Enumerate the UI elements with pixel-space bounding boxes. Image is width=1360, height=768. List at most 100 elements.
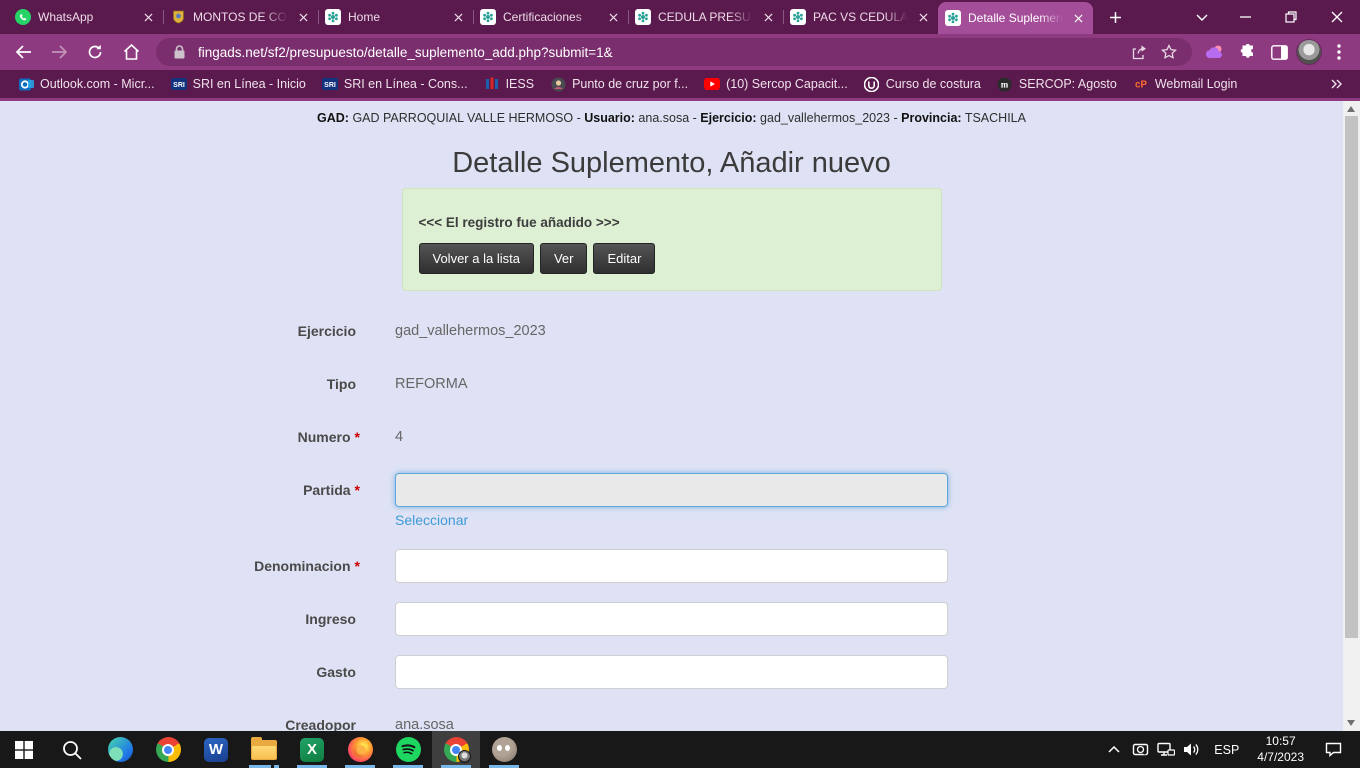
bookmark-curso-costura[interactable]: Curso de costura [856,73,989,95]
ver-button[interactable]: Ver [540,243,588,274]
field-value: 4 [395,429,948,445]
form-row-ejercicio: Ejercicio gad_vallehermos_2023 [0,314,1343,348]
partida-input[interactable] [395,473,948,507]
page-title: Detalle Suplemento, Añadir nuevo [0,147,1343,180]
address-bar[interactable]: fingads.net/sf2/presupuesto/detalle_supl… [156,38,1192,66]
date: 4/7/2023 [1257,750,1304,766]
tab-whatsapp[interactable]: WhatsApp [8,0,163,34]
bookmark-iess[interactable]: IESS [476,73,543,95]
tray-cast-icon[interactable] [1127,731,1153,768]
windows-taskbar: W X ESP 10:57 4/7/2023 [0,731,1360,768]
tray-volume-icon[interactable] [1179,731,1205,768]
m-circle-icon: m [997,76,1013,92]
tab-close-icon[interactable] [295,9,311,25]
taskbar-spotify-icon[interactable] [384,731,432,768]
taskbar-file-explorer-icon[interactable] [240,731,288,768]
tray-chevron-up-icon[interactable] [1101,731,1127,768]
field-label: Creadopor [285,717,356,731]
reload-button[interactable] [78,36,112,68]
field-label: Ejercicio [298,323,356,339]
browser-toolbar: fingads.net/sf2/presupuesto/detalle_supl… [0,34,1360,70]
scrollbar-thumb[interactable] [1345,116,1358,638]
bookmark-outlook[interactable]: Outlook.com - Micr... [10,73,163,95]
bookmark-sercop-youtube[interactable]: (10) Sercop Capacit... [696,73,856,95]
ejercicio-value: gad_vallehermos_2023 [760,111,890,125]
page-scrollbar[interactable] [1343,101,1360,731]
bookmarks-overflow-chevron-icon[interactable] [1331,79,1350,89]
close-window-button[interactable] [1314,0,1360,34]
taskbar-chrome-profile-active-icon[interactable] [432,731,480,768]
fingads-favicon-icon [325,9,341,25]
tab-strip: WhatsApp MONTOS DE CON Home [0,0,1093,34]
volver-a-la-lista-button[interactable]: Volver a la lista [419,243,534,274]
side-panel-icon[interactable] [1264,37,1294,67]
lock-icon[interactable] [168,41,190,63]
url-text[interactable]: fingads.net/sf2/presupuesto/detalle_supl… [198,45,1120,60]
tab-search-chevron-icon[interactable] [1182,0,1222,34]
bookmark-sri-consultas[interactable]: SRI SRI en Línea - Cons... [314,73,476,95]
extensions-puzzle-icon[interactable] [1232,37,1262,67]
bookmark-label: IESS [506,77,535,91]
ingreso-input[interactable] [395,602,948,636]
taskbar-word-icon[interactable]: W [192,731,240,768]
field-label: Ingreso [305,611,356,627]
tab-montos[interactable]: MONTOS DE CON [163,0,318,34]
denominacion-input[interactable] [395,549,948,583]
bookmark-sri-inicio[interactable]: SRI SRI en Línea - Inicio [163,73,314,95]
required-asterisk: * [355,558,360,574]
tab-close-icon[interactable] [605,9,621,25]
svg-text:SRI: SRI [324,82,336,89]
tab-close-icon[interactable] [1070,10,1086,26]
tab-close-icon[interactable] [915,9,931,25]
field-label: Tipo [327,376,356,392]
page-viewport: GAD: GAD PARROQUIAL VALLE HERMOSO - Usua… [0,101,1360,731]
tab-close-icon[interactable] [450,9,466,25]
bookmark-star-icon[interactable] [1158,41,1180,63]
language-indicator[interactable]: ESP [1205,743,1248,757]
minimize-button[interactable] [1222,0,1268,34]
scrollbar-down-icon[interactable] [1347,720,1355,726]
sri-icon: SRI [322,76,338,92]
editar-button[interactable]: Editar [593,243,655,274]
tab-certificaciones[interactable]: Certificaciones [473,0,628,34]
seleccionar-link[interactable]: Seleccionar [395,512,468,528]
scrollbar-up-icon[interactable] [1347,106,1355,112]
profile-avatar[interactable] [1296,39,1322,65]
back-button[interactable] [6,36,40,68]
tab-pac-vs-cedula[interactable]: PAC VS CEDULA [783,0,938,34]
taskbar-gimp-icon[interactable] [480,731,528,768]
taskbar-clock[interactable]: 10:57 4/7/2023 [1248,734,1313,765]
gasto-input[interactable] [395,655,948,689]
form-row-denominacion: Denominacion* [0,549,1343,583]
whatsapp-favicon-icon [15,9,31,25]
tab-title: Certificaciones [503,10,598,24]
new-tab-button[interactable] [1101,3,1129,31]
tab-close-icon[interactable] [140,9,156,25]
tab-close-icon[interactable] [760,9,776,25]
action-center-icon[interactable] [1313,742,1353,757]
taskbar-edge-icon[interactable] [96,731,144,768]
usuario-label: Usuario: [584,111,635,125]
home-button[interactable] [114,36,148,68]
bookmarks-bar: Outlook.com - Micr... SRI SRI en Línea -… [0,70,1360,98]
form-row-numero: Numero* 4 [0,420,1343,454]
share-icon[interactable] [1128,41,1150,63]
tab-detalle-suplemento-active[interactable]: Detalle Suplemen [938,2,1093,34]
tab-cedula-presupuestaria[interactable]: CEDULA PRESUP [628,0,783,34]
taskbar-excel-icon[interactable]: X [288,731,336,768]
weather-extension-icon[interactable] [1200,37,1230,67]
start-button[interactable] [0,731,48,768]
bookmark-webmail[interactable]: cP Webmail Login [1125,73,1245,95]
bookmark-punto-de-cruz[interactable]: Punto de cruz por f... [542,73,696,95]
tab-home[interactable]: Home [318,0,473,34]
forward-button[interactable] [42,36,76,68]
taskbar-firefox-icon[interactable] [336,731,384,768]
menu-dots-icon[interactable] [1324,37,1354,67]
tray-network-icon[interactable] [1153,731,1179,768]
gad-label: GAD: [317,111,349,125]
bookmark-sercop-agosto[interactable]: m SERCOP: Agosto [989,73,1125,95]
taskbar-chrome-icon[interactable] [144,731,192,768]
restore-button[interactable] [1268,0,1314,34]
taskbar-search-button[interactable] [48,731,96,768]
field-label: Numero [298,429,351,445]
